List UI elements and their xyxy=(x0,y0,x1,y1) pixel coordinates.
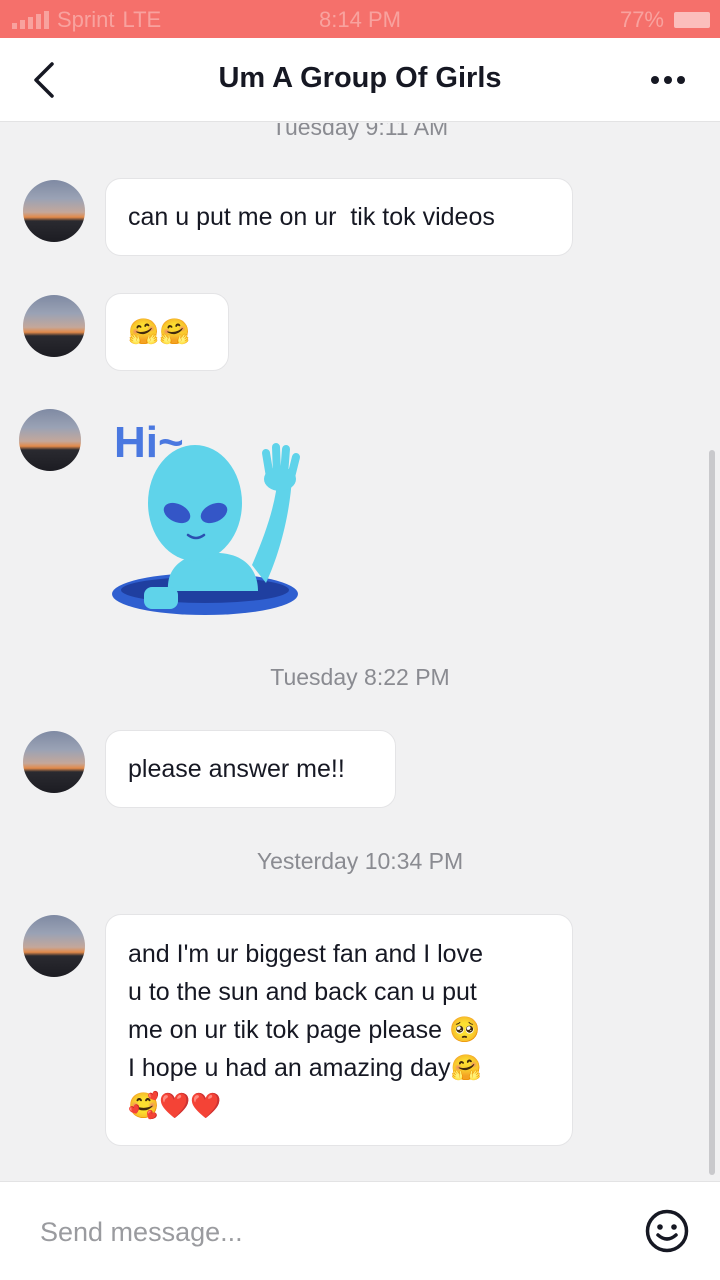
smiley-icon xyxy=(645,1209,689,1253)
avatar[interactable] xyxy=(19,409,81,471)
avatar[interactable] xyxy=(23,295,85,357)
timestamp: Tuesday 8:22 PM xyxy=(270,664,450,690)
avatar[interactable] xyxy=(23,731,85,793)
timestamp: Yesterday 10:34 PM xyxy=(256,848,464,874)
message-input[interactable] xyxy=(40,1212,600,1252)
more-options-button[interactable] xyxy=(650,68,686,92)
timestamp: Tuesday 9:11 AM xyxy=(271,123,449,140)
message-bubble[interactable]: 🤗🤗 xyxy=(105,293,229,371)
message-bubble[interactable]: please answer me!! xyxy=(105,730,396,808)
avatar[interactable] xyxy=(23,180,85,242)
message-bubble[interactable]: can u put me on ur tik tok videos xyxy=(105,178,573,256)
battery-percent: 77% xyxy=(619,7,664,32)
message-composer xyxy=(0,1181,720,1280)
message-list[interactable]: Tuesday 9:11 AM can u put me on ur tik t… xyxy=(0,123,720,1181)
battery-icon xyxy=(674,12,710,28)
avatar[interactable] xyxy=(23,915,85,977)
emoji-button[interactable] xyxy=(644,1208,690,1254)
status-bar: Sprint LTE 8:14 PM 77% xyxy=(0,0,720,38)
message-bubble[interactable]: and I'm ur biggest fan and I love u to t… xyxy=(105,914,573,1146)
more-horizontal-icon xyxy=(651,76,685,84)
alien-sticker[interactable]: Hi~ xyxy=(110,413,310,627)
status-right: 77% xyxy=(620,7,710,33)
conversation-title: Um A Group Of Girls xyxy=(218,62,502,94)
scrollbar[interactable] xyxy=(709,450,715,1175)
status-time: 8:14 PM xyxy=(319,7,401,32)
chat-header: Um A Group Of Girls xyxy=(0,38,720,122)
